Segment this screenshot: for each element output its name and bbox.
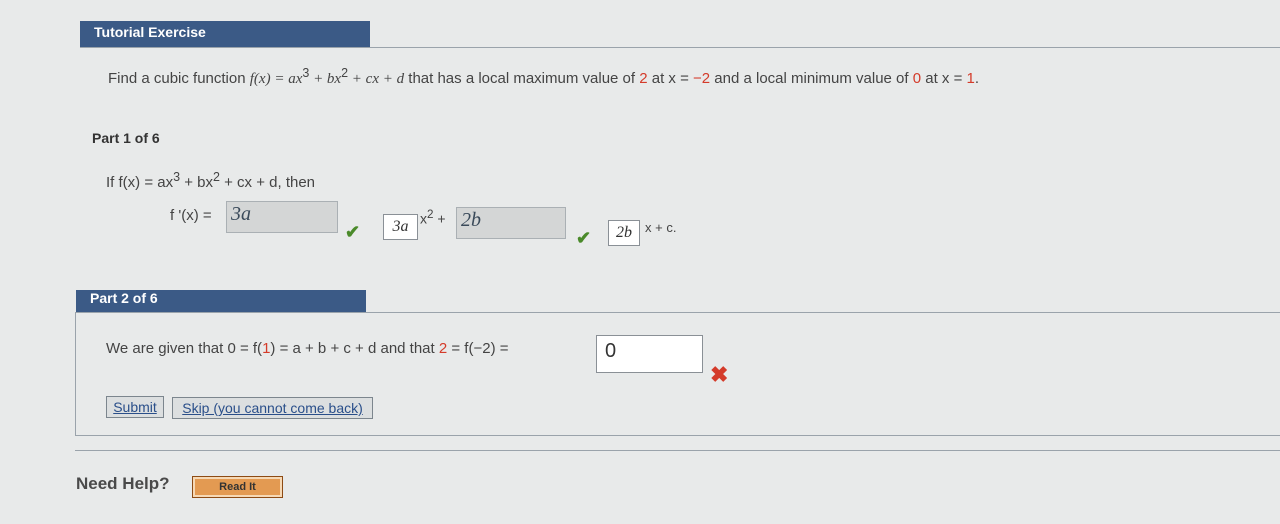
skip-button[interactable]: Skip (you cannot come back) [172, 397, 373, 419]
x-plus-c-term: x + c. [645, 220, 677, 235]
answer-field-1[interactable]: 3a [226, 201, 338, 233]
answer-box-2: 2b [608, 220, 640, 246]
x-icon: ✖ [710, 362, 729, 387]
answer-field-2[interactable]: 2b [456, 207, 566, 239]
submit-button[interactable]: Submit [106, 396, 164, 418]
check-icon: ✔ [345, 222, 361, 242]
fprime-label: f '(x) = [170, 207, 212, 224]
answer-input[interactable]: 0 [596, 335, 703, 373]
part2-header: Part 2 of 6 [76, 290, 366, 312]
need-help-label: Need Help? [76, 474, 170, 493]
read-it-button[interactable]: Read It [192, 476, 283, 498]
part2-statement: We are given that 0 = f(1) = a + b + c +… [106, 340, 509, 357]
part1-label: Part 1 of 6 [92, 130, 160, 146]
divider [80, 47, 1280, 48]
problem-statement: Find a cubic function f(x) = ax3 + bx2 +… [108, 66, 980, 87]
check-icon: ✔ [576, 228, 592, 248]
answer-box-1: 3a [383, 214, 418, 240]
x-squared-term: x2 + [420, 208, 446, 227]
part1-if-line: If f(x) = ax3 + bx2 + cx + d, then [106, 170, 316, 191]
divider [75, 450, 1280, 451]
tutorial-header: Tutorial Exercise [80, 21, 370, 47]
